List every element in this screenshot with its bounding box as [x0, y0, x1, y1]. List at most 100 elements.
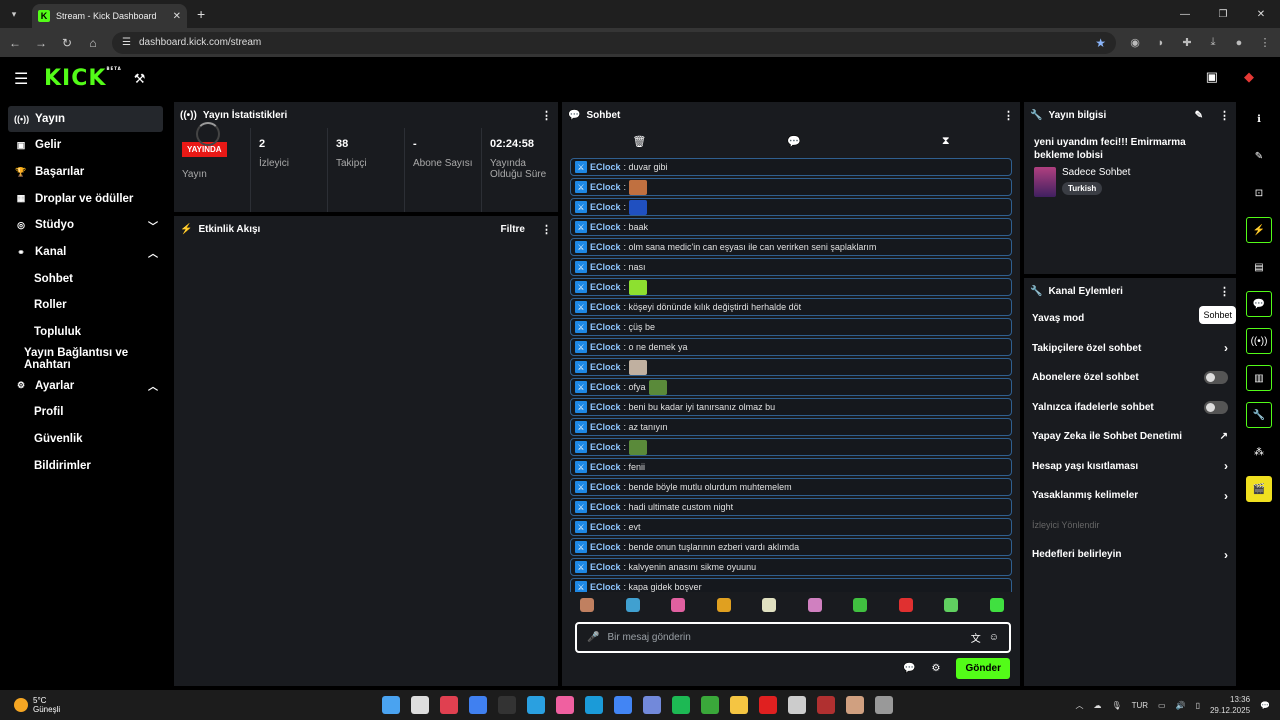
taskbar-app-icon[interactable] [411, 696, 429, 714]
action-set-goals[interactable]: Hedefleri belirleyin › [1024, 540, 1236, 570]
url-field[interactable]: ☰ dashboard.kick.com/stream ★ [112, 31, 1116, 54]
taskbar-app-icon[interactable] [382, 696, 400, 714]
chat-username[interactable]: EClock [590, 502, 621, 512]
more-options-icon[interactable]: ⋮ [1003, 109, 1014, 122]
quick-emote-icon[interactable] [989, 598, 1004, 612]
chat-username[interactable]: EClock [590, 162, 621, 172]
chat-message[interactable]: ⚔ EClock: bende böyle mutlu olurdum muhte… [570, 478, 1012, 496]
action-account-age[interactable]: Hesap yaşı kısıtlaması › [1024, 452, 1236, 482]
chat-username[interactable]: EClock [590, 482, 621, 492]
sidebar-item-guvenlik[interactable]: Güvenlik [0, 426, 168, 453]
broadcast-rail-icon[interactable]: ((•)) [1246, 328, 1272, 354]
chat-username[interactable]: EClock [590, 402, 621, 412]
info-icon[interactable]: ℹ [1246, 106, 1272, 132]
layout-icon[interactable]: ▥ [1246, 365, 1272, 391]
taskbar-app-icon[interactable] [730, 696, 748, 714]
chat-message[interactable]: ⚔ EClock: [570, 178, 1012, 196]
translate-icon[interactable]: 文 [971, 630, 981, 645]
chat-message[interactable]: ⚔ EClock: evt [570, 518, 1012, 536]
sidebar-item-basarilar[interactable]: 🏆 Başarılar [0, 159, 168, 186]
chat-username[interactable]: EClock [590, 422, 621, 432]
taskbar-app-icon[interactable] [614, 696, 632, 714]
chat-message[interactable]: ⚔ EClock: kalvyenin anasını sikme oyuunu [570, 558, 1012, 576]
taskbar-app-icon[interactable] [440, 696, 458, 714]
taskbar-app-icon[interactable] [498, 696, 516, 714]
document-icon[interactable]: ▤ [1246, 254, 1272, 280]
chat-username[interactable]: EClock [590, 342, 621, 352]
sidebar-item-kanal[interactable]: ⚭ Kanal ︿ [0, 239, 168, 266]
chat-input[interactable]: 🎤 Bir mesaj gönderin 文 ☺ [575, 622, 1011, 653]
site-info-icon[interactable]: ☰ [122, 37, 131, 48]
new-tab-icon[interactable]: + [197, 6, 205, 22]
trash-icon[interactable]: 🗑 [632, 135, 646, 148]
battery-icon[interactable]: ▯ [1196, 701, 1200, 710]
emoji-icon[interactable]: ☺ [989, 632, 999, 643]
chat-message[interactable]: ⚔ EClock: kapa gidek boşver [570, 578, 1012, 592]
sidebar-item-droplar[interactable]: ▦ Droplar ve ödüller [0, 185, 168, 212]
notification-icon[interactable]: 💬 [1260, 701, 1270, 710]
sidebar-item-topluluk[interactable]: Topluluk [0, 319, 168, 346]
quick-emote-icon[interactable] [762, 598, 777, 612]
chat-message[interactable]: ⚔ EClock: [570, 358, 1012, 376]
wrench-rail-icon[interactable]: 🔧 [1246, 402, 1272, 428]
taskbar-app-icon[interactable] [672, 696, 690, 714]
chat-mode-icon[interactable]: 💬 [787, 135, 801, 148]
gear-icon[interactable]: ⚙ [931, 663, 940, 674]
network-icon[interactable]: ▭ [1158, 701, 1166, 710]
cloud-icon[interactable]: ☁ [1093, 701, 1101, 710]
taskbar-app-icon[interactable] [788, 696, 806, 714]
volume-icon[interactable]: 🔊 [1176, 701, 1186, 710]
taskbar-app-icon[interactable] [527, 696, 545, 714]
quick-emote-icon[interactable] [580, 598, 594, 612]
quick-emote-icon[interactable] [944, 598, 959, 612]
action-followers-only[interactable]: Takipçilere özel sohbet › [1024, 334, 1236, 364]
chat-username[interactable]: EClock [590, 522, 621, 532]
edit-pencil-icon[interactable]: ✎ [1195, 110, 1203, 121]
taskbar-app-icon[interactable] [556, 696, 574, 714]
chat-username[interactable]: EClock [590, 182, 621, 192]
edit-pencil-icon[interactable]: ✎ [1246, 143, 1272, 169]
sidebar-item-stream-key[interactable]: Yayın Bağlantısı ve Anahtarı [0, 346, 168, 373]
chat-message[interactable]: ⚔ EClock: baak [570, 218, 1012, 236]
chat-username[interactable]: EClock [590, 242, 621, 252]
chat-username[interactable]: EClock [590, 282, 621, 292]
sidebar-item-profil[interactable]: Profil [0, 399, 168, 426]
browser-tab[interactable]: K Stream - Kick Dashboard ✕ [32, 4, 187, 28]
chat-username[interactable]: EClock [590, 462, 621, 472]
extensions-puzzle-icon[interactable]: ✚ [1180, 36, 1194, 49]
home-icon[interactable]: ⌂ [86, 36, 100, 50]
sidebar-item-bildirimler[interactable]: Bildirimler [0, 452, 168, 479]
audio-extension-icon[interactable]: ◗ [1154, 37, 1168, 49]
close-window-icon[interactable]: ✕ [1242, 0, 1280, 28]
minimize-icon[interactable]: — [1166, 0, 1204, 28]
chat-username[interactable]: EClock [590, 582, 621, 592]
chat-message-list[interactable]: ⚔ EClock: duvar gibi ⚔ EClock: ⚔ EClock: ⚔ EClo… [570, 158, 1012, 592]
creator-cam-icon[interactable]: ▣ [1206, 69, 1218, 85]
quick-emote-icon[interactable] [853, 598, 868, 612]
sidebar-item-yayin[interactable]: ((•)) Yayın [8, 106, 163, 132]
action-banned-words[interactable]: Yasaklanmış kelimeler › [1024, 481, 1236, 511]
chat-message[interactable]: ⚔ EClock: az tanıyın [570, 418, 1012, 436]
filter-button[interactable]: Filtre [501, 224, 525, 235]
mic-tray-icon[interactable]: 🎙 [1111, 701, 1121, 710]
weather-widget[interactable]: 5°C Güneşli [0, 696, 60, 714]
taskbar-app-icon[interactable] [585, 696, 603, 714]
kick-logo[interactable]: KICKBETA [44, 66, 122, 91]
taskbar-app-icon[interactable] [643, 696, 661, 714]
user-avatar-icon[interactable]: ◆ [1244, 69, 1254, 85]
chat-rail-icon[interactable]: 💬 [1246, 291, 1272, 317]
chat-message[interactable]: ⚔ EClock: beni bu kadar iyi tanırsanız ol… [570, 398, 1012, 416]
clapper-icon[interactable]: 🎬 [1246, 476, 1272, 502]
taskbar-app-icon[interactable] [817, 696, 835, 714]
more-options-icon[interactable]: ⋮ [1219, 109, 1230, 122]
chat-username[interactable]: EClock [590, 262, 621, 272]
chat-message[interactable]: ⚔ EClock: nası [570, 258, 1012, 276]
input-language[interactable]: TUR [1132, 701, 1148, 710]
browser-menu-icon[interactable]: ⋮ [1258, 36, 1272, 49]
quick-emote-icon[interactable] [807, 598, 822, 612]
taskbar-app-icon[interactable] [875, 696, 893, 714]
bookmark-star-icon[interactable]: ★ [1095, 36, 1106, 50]
taskbar-app-icon[interactable] [701, 696, 719, 714]
chat-message[interactable]: ⚔ EClock: [570, 278, 1012, 296]
sidebar-item-gelir[interactable]: ▣ Gelir [0, 132, 168, 159]
